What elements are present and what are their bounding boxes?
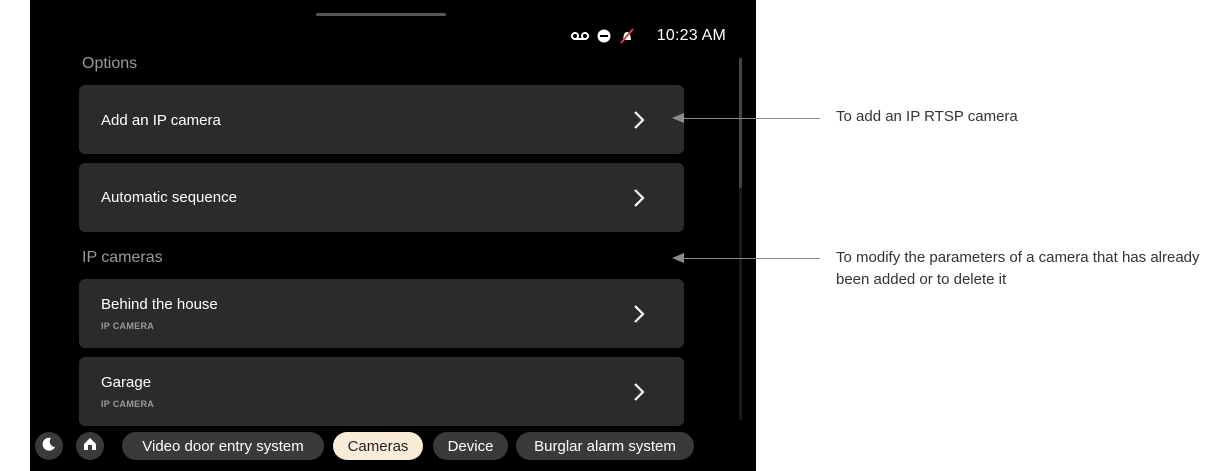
option-label: Add an IP camera — [101, 112, 221, 129]
voicemail-icon — [570, 31, 589, 41]
status-time: 10:23 AM — [656, 27, 726, 44]
tab-video-door-entry-system[interactable]: Video door entry system — [122, 432, 324, 460]
camera-item-behind-the-house[interactable]: Behind the house IP CAMERA — [79, 279, 684, 348]
muted-bell-icon — [619, 28, 635, 44]
camera-type-label: IP CAMERA — [101, 321, 155, 331]
option-label: Automatic sequence — [101, 189, 237, 206]
home-button[interactable] — [76, 432, 104, 460]
callout-line — [684, 118, 820, 119]
scrollbar-thumb[interactable] — [739, 58, 742, 188]
options-section-title: Options — [82, 55, 138, 72]
ip-cameras-section-title: IP cameras — [82, 249, 163, 266]
do-not-disturb-icon — [597, 29, 611, 43]
callout-add-camera: To add an IP RTSP camera — [836, 108, 1018, 125]
drag-handle[interactable] — [316, 13, 446, 16]
chevron-right-icon — [628, 381, 650, 403]
tab-burglar-alarm-system[interactable]: Burglar alarm system — [516, 432, 694, 460]
tab-device[interactable]: Device — [433, 432, 508, 460]
camera-label: Behind the house — [101, 296, 218, 313]
callout-line — [684, 258, 820, 259]
automatic-sequence-option[interactable]: Automatic sequence — [79, 163, 684, 232]
night-mode-button[interactable] — [35, 432, 63, 460]
scrollbar[interactable] — [739, 58, 742, 420]
callout-modify-camera: To modify the parameters of a camera tha… — [836, 249, 1200, 288]
moon-icon — [41, 436, 57, 457]
add-ip-camera-option[interactable]: Add an IP camera — [79, 85, 684, 154]
chevron-right-icon — [628, 303, 650, 325]
camera-type-label: IP CAMERA — [101, 399, 155, 409]
callout-arrowhead — [672, 113, 684, 123]
chevron-right-icon — [628, 187, 650, 209]
camera-item-garage[interactable]: Garage IP CAMERA — [79, 357, 684, 426]
device-screen: 10:23 AM Options Add an IP camera Automa… — [30, 0, 756, 471]
tab-cameras[interactable]: Cameras — [333, 432, 423, 460]
home-icon — [82, 436, 98, 457]
camera-label: Garage — [101, 374, 152, 391]
chevron-right-icon — [628, 109, 650, 131]
callout-arrowhead — [672, 253, 684, 263]
bottom-nav: Video door entry system Cameras Device B… — [30, 428, 756, 464]
status-bar: 10:23 AM — [570, 26, 726, 46]
